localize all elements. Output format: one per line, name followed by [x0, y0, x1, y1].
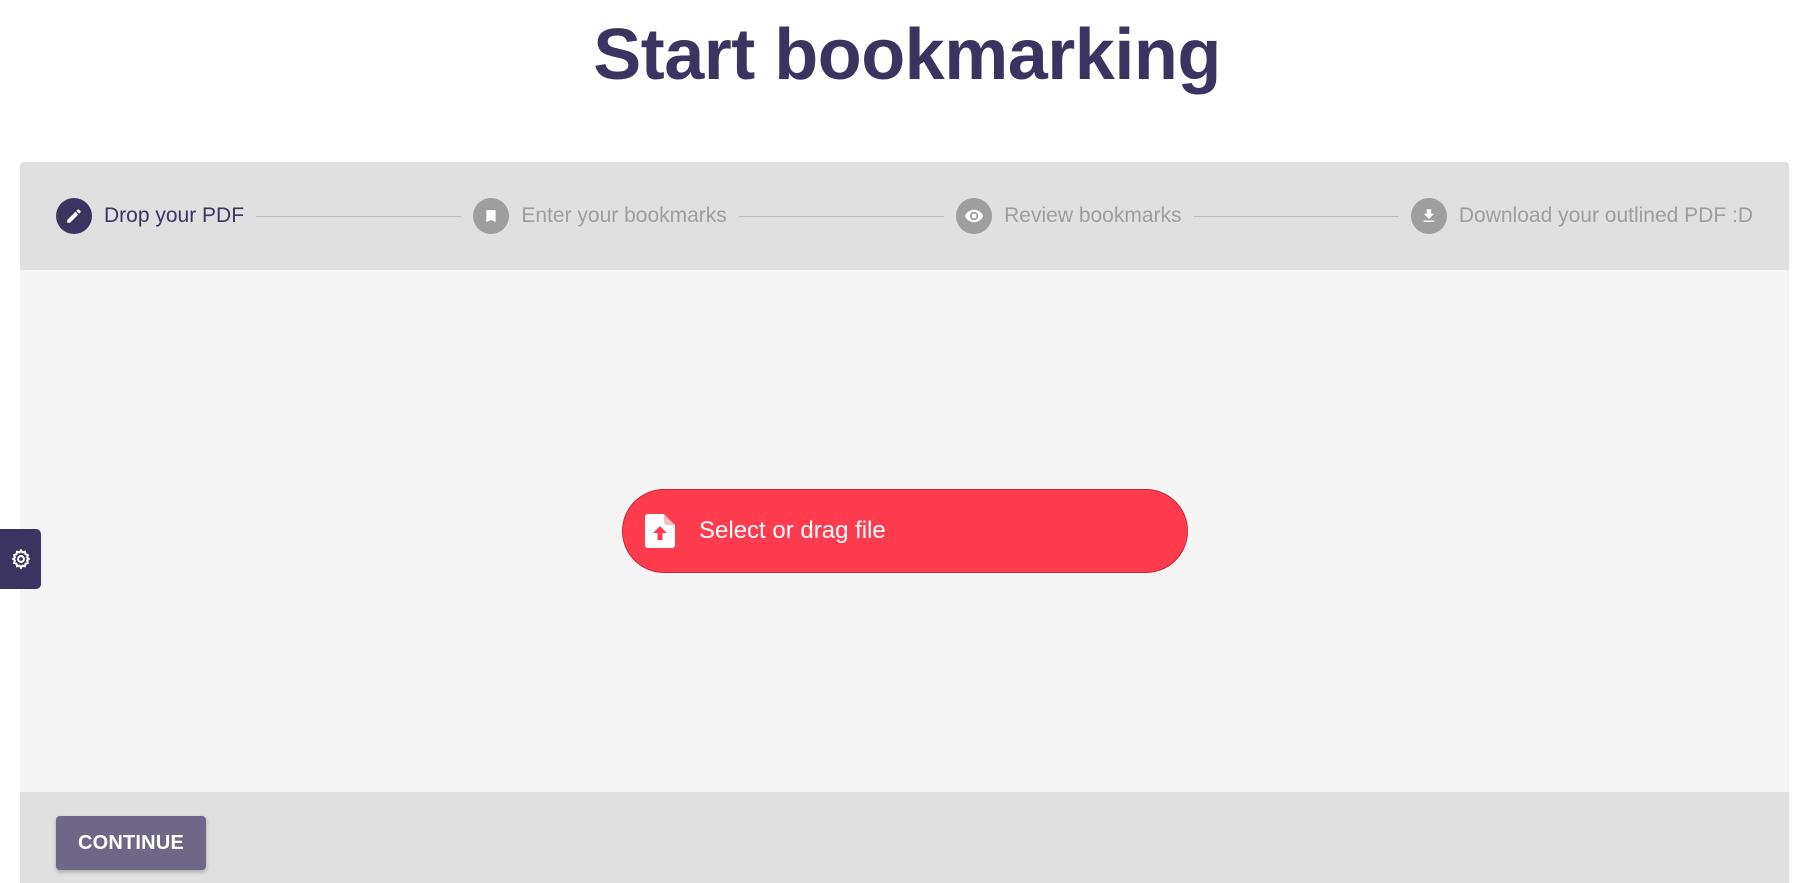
select-file-button[interactable]: Select or drag file — [622, 489, 1188, 573]
download-icon — [1410, 198, 1447, 234]
file-upload-icon — [645, 514, 675, 548]
pencil-icon — [56, 198, 92, 234]
step-drop-pdf[interactable]: Drop your PDF — [56, 198, 244, 234]
step-label: Drop your PDF — [104, 204, 245, 227]
stepper: Drop your PDF Enter your bookmarks Revie… — [20, 162, 1789, 270]
step-label: Download your outlined PDF :D — [1458, 204, 1754, 227]
step-enter-bookmarks[interactable]: Enter your bookmarks — [473, 198, 727, 234]
continue-button[interactable]: CONTINUE — [56, 816, 206, 870]
step-connector — [738, 215, 945, 217]
file-drop-area[interactable]: Select or drag file — [20, 270, 1789, 792]
step-label: Review bookmarks — [1004, 204, 1182, 227]
bookmark-wizard: Drop your PDF Enter your bookmarks Revie… — [20, 162, 1789, 883]
eye-icon — [956, 198, 993, 234]
select-file-label: Select or drag file — [699, 517, 886, 544]
bookmark-icon — [473, 198, 510, 234]
page: Start bookmarking Drop your PDF Enter yo… — [0, 0, 1814, 883]
page-title: Start bookmarking — [593, 15, 1221, 95]
step-connector — [1193, 215, 1399, 217]
gear-icon — [10, 548, 32, 570]
step-label: Enter your bookmarks — [521, 204, 727, 227]
wizard-footer: CONTINUE — [20, 792, 1789, 883]
settings-button[interactable] — [0, 529, 41, 589]
step-connector — [256, 215, 462, 217]
step-download-pdf[interactable]: Download your outlined PDF :D — [1410, 198, 1754, 234]
step-review-bookmarks[interactable]: Review bookmarks — [956, 198, 1182, 234]
